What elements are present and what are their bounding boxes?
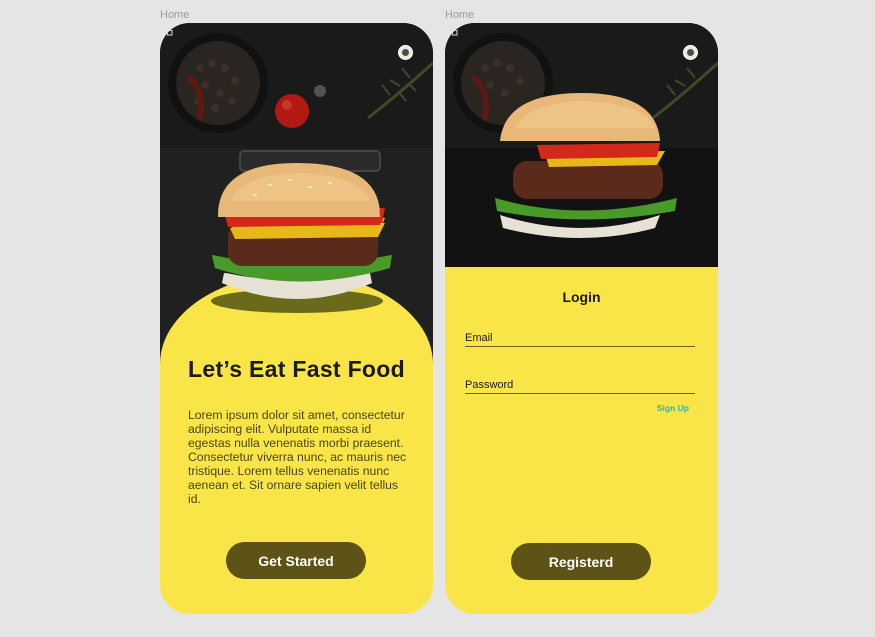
register-button[interactable]: Registerd	[511, 543, 651, 580]
welcome-screen: Let’s Eat Fast Food Lorem ipsum dolor si…	[160, 23, 433, 614]
description-text: Lorem ipsum dolor sit amet, consectetur …	[188, 408, 407, 506]
profile-avatar[interactable]	[683, 45, 698, 60]
email-field[interactable]: Email	[465, 332, 695, 347]
get-started-button[interactable]: Get Started	[226, 542, 366, 579]
grid-menu-icon[interactable]	[445, 23, 458, 36]
frame-label-home-1: Home	[160, 9, 190, 21]
login-screen: Login Email Password Sign Up Registerd	[445, 23, 718, 614]
burger-image	[211, 165, 392, 313]
password-label: Password	[465, 379, 514, 391]
email-label: Email	[465, 332, 493, 344]
login-title: Login	[562, 289, 601, 305]
sign-up-link[interactable]: Sign Up	[657, 403, 689, 413]
password-field[interactable]: Password	[465, 379, 695, 394]
frame-label-home-2: Home	[445, 9, 475, 21]
page-title: Let’s Eat Fast Food	[188, 356, 405, 382]
hero-food-photo	[445, 23, 718, 267]
